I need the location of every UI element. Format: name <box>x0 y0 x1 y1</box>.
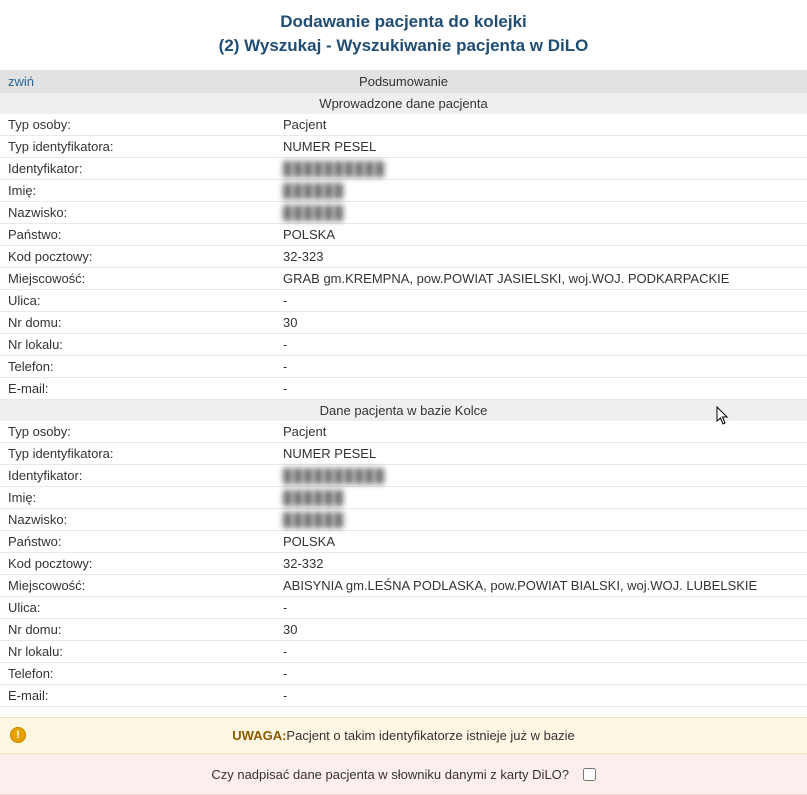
value-ulica: - <box>275 289 807 311</box>
label-miejscowosc: Miejscowość: <box>0 267 275 289</box>
kolce-data-table: Typ osoby:Pacjent Typ identyfikatora:NUM… <box>0 421 807 707</box>
overwrite-question: Czy nadpisać dane pacjenta w słowniku da… <box>211 767 569 782</box>
table-row: Imię: ██████ <box>0 179 807 201</box>
value-typ-ident: NUMER PESEL <box>275 442 807 464</box>
table-row: E-mail:- <box>0 377 807 399</box>
label-imie: Imię: <box>0 486 275 508</box>
collapse-link[interactable]: zwiń <box>8 74 34 89</box>
table-row: Miejscowość:ABISYNIA gm.LEŚNA PODLASKA, … <box>0 574 807 596</box>
label-typ-osoby: Typ osoby: <box>0 114 275 136</box>
value-nr-domu: 30 <box>275 311 807 333</box>
value-telefon: - <box>275 355 807 377</box>
page-title-line1: Dodawanie pacjenta do kolejki <box>0 10 807 34</box>
label-ulica: Ulica: <box>0 596 275 618</box>
table-row: Nazwisko: ██████ <box>0 508 807 530</box>
value-ident: ██████████ <box>283 161 385 176</box>
table-row: E-mail:- <box>0 684 807 706</box>
value-panstwo: POLSKA <box>275 530 807 552</box>
label-telefon: Telefon: <box>0 355 275 377</box>
table-row: Kod pocztowy:32-323 <box>0 245 807 267</box>
label-ulica: Ulica: <box>0 289 275 311</box>
table-row: Nr domu:30 <box>0 311 807 333</box>
table-row: Miejscowość:GRAB gm.KREMPNA, pow.POWIAT … <box>0 267 807 289</box>
label-panstwo: Państwo: <box>0 223 275 245</box>
value-kod: 32-332 <box>275 552 807 574</box>
label-imie: Imię: <box>0 179 275 201</box>
label-ident: Identyfikator: <box>0 464 275 486</box>
label-nr-lokalu: Nr lokalu: <box>0 333 275 355</box>
value-panstwo: POLSKA <box>275 223 807 245</box>
value-typ-ident: NUMER PESEL <box>275 135 807 157</box>
value-telefon: - <box>275 662 807 684</box>
value-nr-lokalu: - <box>275 640 807 662</box>
summary-header: zwiń Podsumowanie <box>0 70 807 93</box>
label-kod: Kod pocztowy: <box>0 552 275 574</box>
overwrite-bar: Czy nadpisać dane pacjenta w słowniku da… <box>0 754 807 795</box>
table-row: Państwo:POLSKA <box>0 223 807 245</box>
table-row: Nr lokalu:- <box>0 333 807 355</box>
table-row: Typ osoby:Pacjent <box>0 421 807 443</box>
table-row: Identyfikator: ██████████ <box>0 157 807 179</box>
alert-text: Pacjent o takim identyfikatorze istnieje… <box>286 728 574 743</box>
table-row: Telefon:- <box>0 355 807 377</box>
table-row: Państwo:POLSKA <box>0 530 807 552</box>
value-ulica: - <box>275 596 807 618</box>
value-nazwisko: ██████ <box>283 512 344 527</box>
label-typ-osoby: Typ osoby: <box>0 421 275 443</box>
entered-data-table: Typ osoby:Pacjent Typ identyfikatora:NUM… <box>0 114 807 400</box>
value-miejscowosc: GRAB gm.KREMPNA, pow.POWIAT JASIELSKI, w… <box>275 267 807 289</box>
label-ident: Identyfikator: <box>0 157 275 179</box>
label-kod: Kod pocztowy: <box>0 245 275 267</box>
value-typ-osoby: Pacjent <box>275 421 807 443</box>
label-typ-ident: Typ identyfikatora: <box>0 442 275 464</box>
overwrite-label[interactable]: Czy nadpisać dane pacjenta w słowniku da… <box>211 767 595 782</box>
table-row: Typ identyfikatora:NUMER PESEL <box>0 442 807 464</box>
label-typ-ident: Typ identyfikatora: <box>0 135 275 157</box>
page-title-line2: (2) Wyszukaj - Wyszukiwanie pacjenta w D… <box>0 34 807 58</box>
value-ident: ██████████ <box>283 468 385 483</box>
label-panstwo: Państwo: <box>0 530 275 552</box>
value-nazwisko: ██████ <box>283 205 344 220</box>
value-typ-osoby: Pacjent <box>275 114 807 136</box>
label-email: E-mail: <box>0 377 275 399</box>
value-imie: ██████ <box>283 490 344 505</box>
overwrite-checkbox[interactable] <box>583 768 596 781</box>
value-nr-lokalu: - <box>275 333 807 355</box>
label-miejscowosc: Miejscowość: <box>0 574 275 596</box>
table-row: Nr domu:30 <box>0 618 807 640</box>
value-email: - <box>275 684 807 706</box>
value-imie: ██████ <box>283 183 344 198</box>
alert-bar: ! UWAGA:Pacjent o takim identyfikatorze … <box>0 717 807 754</box>
summary-header-label: Podsumowanie <box>359 74 448 89</box>
table-row: Telefon:- <box>0 662 807 684</box>
table-row: Nr lokalu:- <box>0 640 807 662</box>
alert-prefix: UWAGA: <box>232 728 286 743</box>
value-email: - <box>275 377 807 399</box>
label-nr-domu: Nr domu: <box>0 618 275 640</box>
entered-data-header: Wprowadzone dane pacjenta <box>0 93 807 114</box>
label-telefon: Telefon: <box>0 662 275 684</box>
table-row: Imię: ██████ <box>0 486 807 508</box>
value-miejscowosc: ABISYNIA gm.LEŚNA PODLASKA, pow.POWIAT B… <box>275 574 807 596</box>
table-row: Typ osoby:Pacjent <box>0 114 807 136</box>
warning-icon: ! <box>10 727 26 743</box>
table-row: Identyfikator: ██████████ <box>0 464 807 486</box>
value-kod: 32-323 <box>275 245 807 267</box>
table-row: Kod pocztowy:32-332 <box>0 552 807 574</box>
value-nr-domu: 30 <box>275 618 807 640</box>
table-row: Typ identyfikatora:NUMER PESEL <box>0 135 807 157</box>
label-nr-domu: Nr domu: <box>0 311 275 333</box>
table-row: Nazwisko: ██████ <box>0 201 807 223</box>
label-nazwisko: Nazwisko: <box>0 201 275 223</box>
table-row: Ulica:- <box>0 289 807 311</box>
table-row: Ulica:- <box>0 596 807 618</box>
label-email: E-mail: <box>0 684 275 706</box>
label-nr-lokalu: Nr lokalu: <box>0 640 275 662</box>
kolce-data-header: Dane pacjenta w bazie Kolce <box>0 400 807 421</box>
page-title-block: Dodawanie pacjenta do kolejki (2) Wyszuk… <box>0 0 807 70</box>
label-nazwisko: Nazwisko: <box>0 508 275 530</box>
